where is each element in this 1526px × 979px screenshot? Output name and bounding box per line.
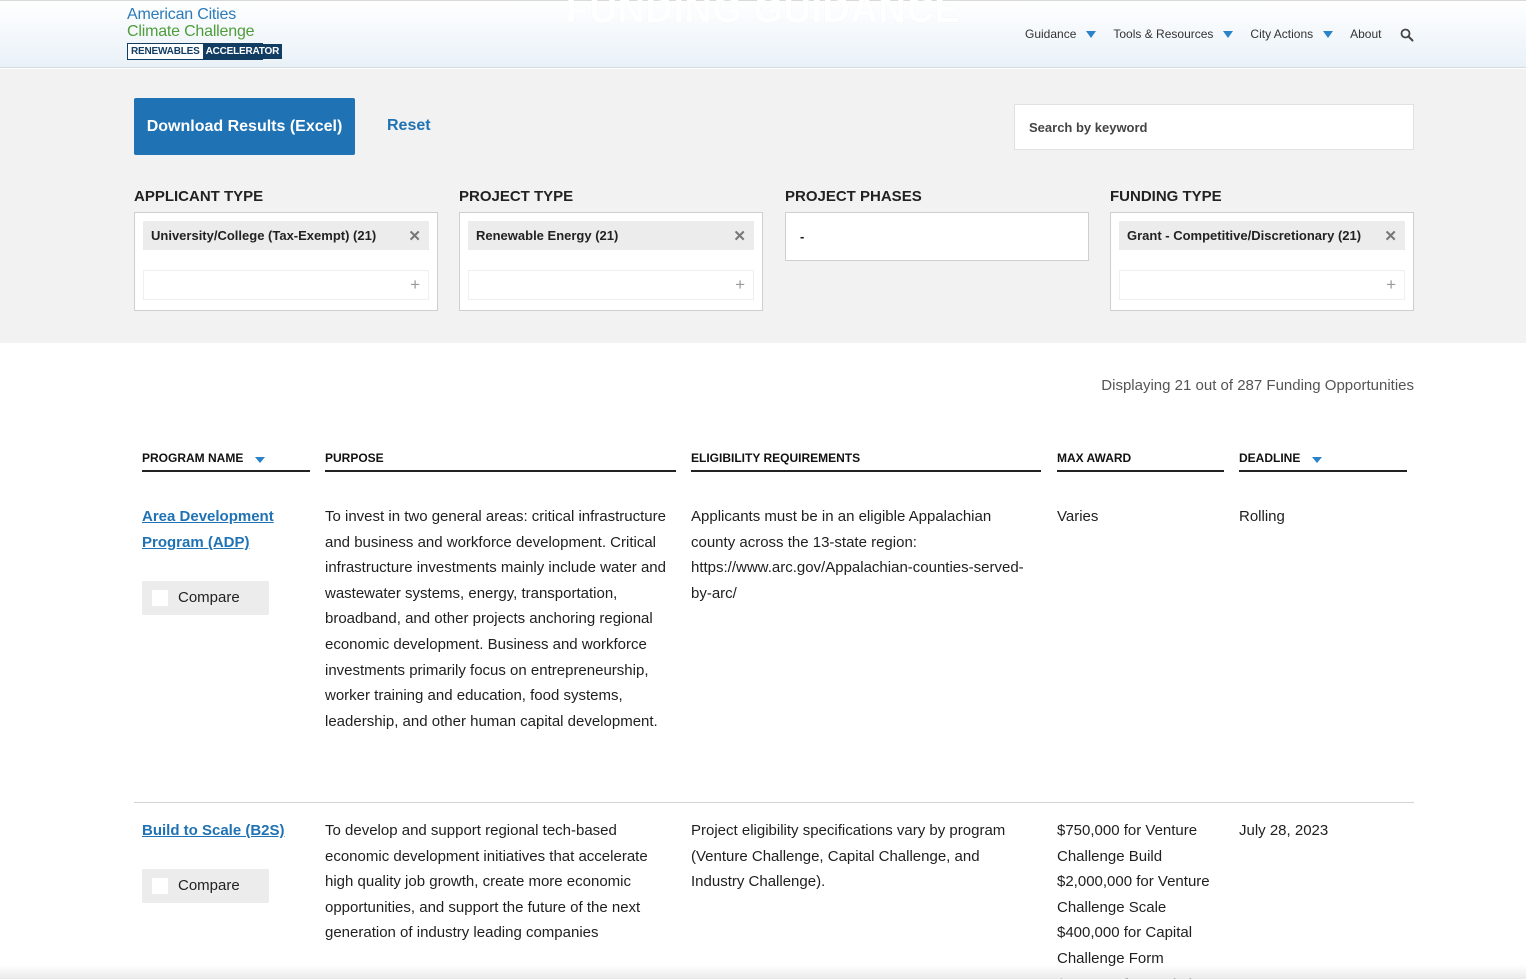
- program-name-link[interactable]: Build to Scale (B2S): [142, 818, 302, 844]
- logo-badge: RENEWABLES ACCELERATOR: [127, 43, 283, 60]
- nav-label: City Actions: [1250, 27, 1314, 41]
- filter-label: PROJECT TYPE: [459, 188, 574, 205]
- nav-guidance[interactable]: Guidance: [1025, 27, 1097, 41]
- column-label: DEADLINE: [1239, 451, 1301, 465]
- selected-chip: Renewable Energy (21) ✕: [468, 221, 754, 250]
- close-icon[interactable]: ✕: [1384, 227, 1397, 245]
- site-logo[interactable]: American Cities Climate Challenge RENEWA…: [127, 6, 283, 60]
- filter-label: PROJECT PHASES: [785, 188, 922, 205]
- max-award-cell: $750,000 for Venture Challenge Build $2,…: [1057, 822, 1210, 979]
- compare-toggle[interactable]: Compare: [142, 869, 269, 903]
- deadline-cell: Rolling: [1239, 508, 1285, 525]
- column-label: PURPOSE: [325, 451, 384, 465]
- add-filter-row[interactable]: +: [143, 270, 429, 300]
- compare-checkbox[interactable]: [152, 878, 168, 894]
- chip-label: University/College (Tax-Exempt) (21): [151, 228, 377, 243]
- plus-icon: +: [1386, 275, 1396, 294]
- selected-chip: University/College (Tax-Exempt) (21) ✕: [143, 221, 429, 250]
- filter-label: FUNDING TYPE: [1110, 188, 1222, 205]
- filter-panel: Download Results (Excel) Reset APPLICANT…: [0, 69, 1526, 343]
- close-icon[interactable]: ✕: [408, 227, 421, 245]
- plus-icon: +: [735, 275, 745, 294]
- download-results-button[interactable]: Download Results (Excel): [134, 98, 355, 155]
- purpose-cell: To invest in two general areas: critical…: [325, 508, 666, 730]
- max-award-cell: Varies: [1057, 508, 1099, 525]
- chevron-down-icon: [1323, 30, 1334, 38]
- search-icon[interactable]: [1400, 28, 1414, 42]
- close-icon[interactable]: ✕: [733, 227, 746, 245]
- deadline-cell: July 28, 2023: [1239, 822, 1329, 839]
- main-nav: Guidance Tools & Resources City Actions …: [1025, 27, 1398, 41]
- filter-project-phases: PROJECT PHASES -: [785, 187, 1089, 261]
- eligibility-cell: Applicants must be in an eligible Appala…: [691, 508, 1024, 602]
- reset-button[interactable]: Reset: [387, 117, 431, 135]
- column-label: ELIGIBILITY REQUIREMENTS: [691, 451, 861, 465]
- results-count: Displaying 21 out of 287 Funding Opportu…: [1101, 377, 1414, 394]
- logo-badge-right: ACCELERATOR: [202, 44, 283, 59]
- sort-down-icon: [255, 457, 266, 463]
- eligibility-cell: Project eligibility specifications vary …: [691, 822, 1006, 891]
- logo-line-1: American Cities: [127, 6, 237, 23]
- program-name-link[interactable]: Area Development Program (ADP): [142, 504, 302, 556]
- filter-select[interactable]: -: [785, 212, 1089, 261]
- filter-value: -: [800, 229, 805, 244]
- filter-project-type: PROJECT TYPE Renewable Energy (21) ✕ +: [459, 187, 763, 311]
- selected-chip: Grant - Competitive/Discretionary (21) ✕: [1119, 221, 1405, 250]
- scroll-fade: [0, 965, 1526, 979]
- col-purpose: PURPOSE: [325, 451, 676, 472]
- table-row: Area Development Program (ADP) Compare T…: [134, 504, 1414, 803]
- compare-toggle[interactable]: Compare: [142, 581, 269, 615]
- chip-label: Grant - Competitive/Discretionary (21): [1127, 228, 1362, 243]
- column-label: PROGRAM NAME: [142, 451, 244, 465]
- purpose-cell: To develop and support regional tech-bas…: [325, 822, 648, 942]
- nav-label: Guidance: [1025, 27, 1077, 41]
- nav-city-actions[interactable]: City Actions: [1250, 27, 1334, 41]
- filter-applicant-type: APPLICANT TYPE University/College (Tax-E…: [134, 187, 438, 311]
- site-header: FUNDING GUIDANCE American Cities Climate…: [0, 0, 1526, 68]
- chevron-down-icon: [1223, 30, 1234, 38]
- col-eligibility: ELIGIBILITY REQUIREMENTS: [691, 451, 1041, 472]
- col-program-name[interactable]: PROGRAM NAME: [142, 451, 310, 472]
- program-cell: Build to Scale (B2S) Compare: [142, 818, 302, 903]
- compare-label: Compare: [178, 877, 240, 895]
- filter-funding-type: FUNDING TYPE Grant - Competitive/Discret…: [1110, 187, 1414, 311]
- nav-label: About: [1350, 27, 1382, 41]
- nav-tools-resources[interactable]: Tools & Resources: [1113, 27, 1234, 41]
- keyword-search-input[interactable]: [1014, 104, 1414, 150]
- program-cell: Area Development Program (ADP) Compare: [142, 504, 302, 615]
- logo-line-2: Climate Challenge: [127, 23, 255, 40]
- filter-select[interactable]: Renewable Energy (21) ✕ +: [459, 212, 763, 311]
- chip-label: Renewable Energy (21): [476, 228, 619, 243]
- table-row: Build to Scale (B2S) Compare To develop …: [134, 818, 1414, 979]
- plus-icon: +: [410, 275, 420, 294]
- compare-checkbox[interactable]: [152, 590, 168, 606]
- column-label: MAX AWARD: [1057, 451, 1132, 465]
- compare-label: Compare: [178, 589, 240, 607]
- nav-about[interactable]: About: [1350, 27, 1381, 41]
- chevron-down-icon: [1086, 30, 1097, 38]
- sort-down-icon: [1312, 457, 1323, 463]
- add-filter-row[interactable]: +: [468, 270, 754, 300]
- filter-label: APPLICANT TYPE: [134, 188, 264, 205]
- filter-select[interactable]: University/College (Tax-Exempt) (21) ✕ +: [134, 212, 438, 311]
- col-deadline[interactable]: DEADLINE: [1239, 451, 1407, 472]
- col-max-award: MAX AWARD: [1057, 451, 1224, 472]
- add-filter-row[interactable]: +: [1119, 270, 1405, 300]
- filter-select[interactable]: Grant - Competitive/Discretionary (21) ✕…: [1110, 212, 1414, 311]
- nav-label: Tools & Resources: [1113, 27, 1214, 41]
- logo-badge-left: RENEWABLES: [128, 44, 203, 59]
